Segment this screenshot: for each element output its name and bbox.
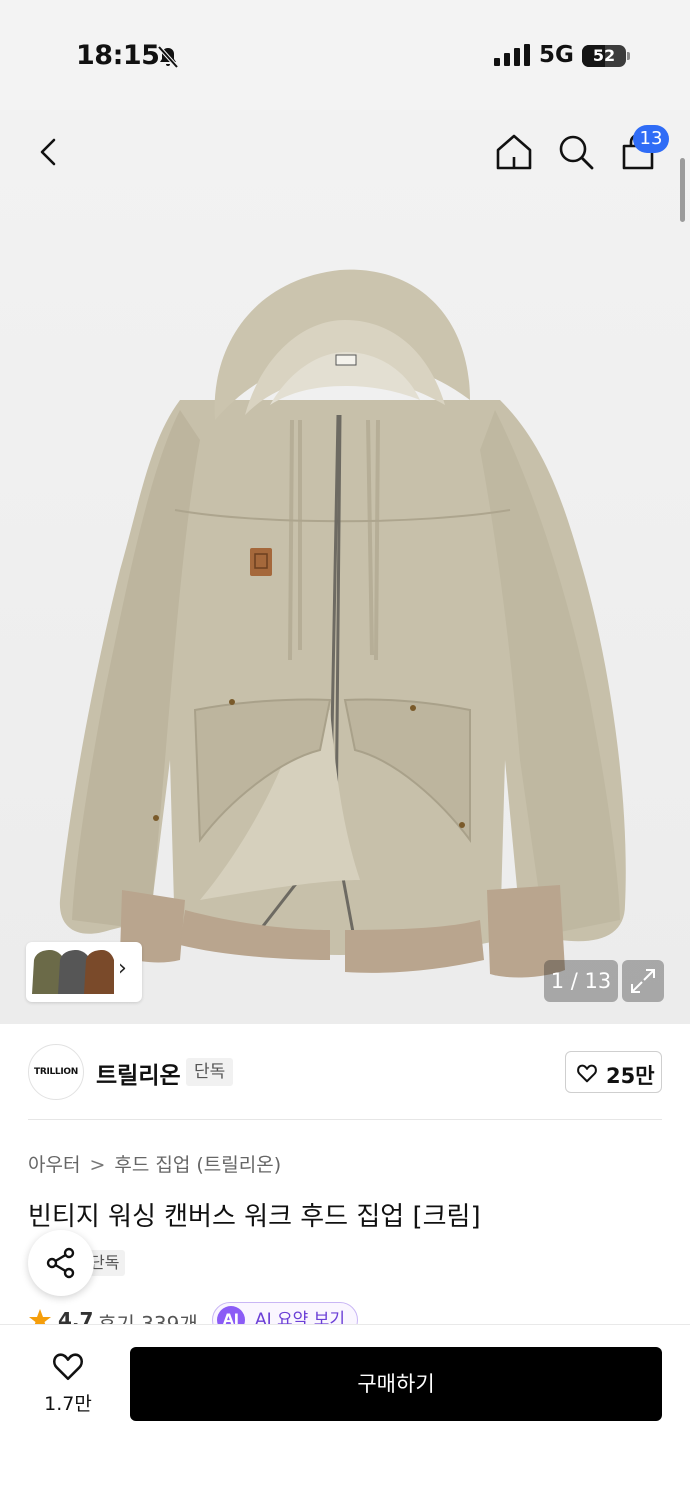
product-title: 빈티지 워싱 캔버스 워크 후드 집업 [크림] bbox=[28, 1202, 481, 1232]
share-button[interactable] bbox=[28, 1230, 94, 1296]
buy-button[interactable]: 구매하기 bbox=[130, 1347, 662, 1421]
brand-name[interactable]: 트릴리온 bbox=[96, 1056, 181, 1090]
search-icon[interactable] bbox=[554, 130, 598, 174]
back-icon[interactable] bbox=[28, 130, 72, 174]
bell-off-icon bbox=[157, 45, 179, 69]
expand-icon[interactable] bbox=[622, 960, 664, 1002]
share-icon bbox=[46, 1247, 75, 1279]
brand-like-button[interactable]: 25만 bbox=[565, 1051, 662, 1093]
breadcrumb-separator: > bbox=[89, 1154, 106, 1176]
breadcrumb-category[interactable]: 아우터 bbox=[28, 1150, 80, 1177]
color-variant-strip[interactable]: › bbox=[26, 942, 142, 1002]
status-time: 18:15 bbox=[76, 40, 160, 71]
scroll-indicator[interactable] bbox=[680, 158, 685, 222]
home-icon[interactable] bbox=[492, 130, 536, 174]
brand-like-count: 25만 bbox=[606, 1064, 655, 1088]
breadcrumb-subcategory[interactable]: 후드 집업 (트릴리온) bbox=[114, 1150, 281, 1177]
wishlist-count: 1.7만 bbox=[44, 1393, 92, 1415]
chevron-right-icon[interactable]: › bbox=[118, 956, 127, 981]
breadcrumb: 아우터 > 후드 집업 (트릴리온) bbox=[28, 1150, 281, 1177]
brand-row[interactable]: TRILLION 트릴리온 단독 25만 bbox=[0, 1024, 690, 1120]
cart-count-badge: 13 bbox=[633, 125, 669, 153]
battery-icon: 52 bbox=[582, 45, 630, 67]
wishlist-button[interactable]: 1.7만 bbox=[28, 1345, 108, 1425]
image-counter: 1 / 13 bbox=[544, 960, 618, 1002]
product-image[interactable] bbox=[0, 240, 690, 1000]
signal-icon bbox=[494, 44, 530, 66]
battery-level: 52 bbox=[592, 46, 616, 65]
divider bbox=[28, 1119, 662, 1120]
heart-icon bbox=[53, 1353, 83, 1381]
network-label: 5G bbox=[539, 42, 574, 68]
brand-logo[interactable]: TRILLION bbox=[28, 1044, 84, 1100]
bottom-action-bar: 1.7만 구매하기 bbox=[0, 1324, 690, 1500]
color-variant-thumbnails[interactable] bbox=[30, 946, 114, 998]
brand-exclusive-badge: 단독 bbox=[186, 1058, 234, 1086]
status-bar: 18:15 5G 52 bbox=[0, 0, 690, 110]
heart-icon bbox=[577, 1064, 597, 1083]
product-gallery[interactable]: 13 › 1 / 13 bbox=[0, 110, 690, 1024]
